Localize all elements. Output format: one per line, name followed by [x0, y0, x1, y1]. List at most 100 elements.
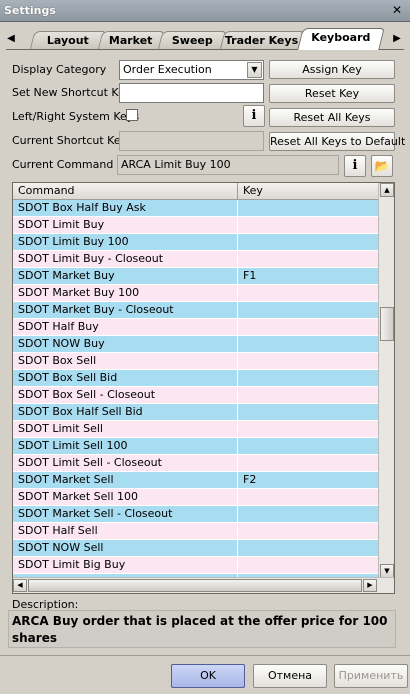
key-cell — [238, 438, 379, 454]
reset-all-keys-button[interactable]: Reset All Keys — [269, 108, 395, 127]
ok-button[interactable]: OK — [171, 664, 245, 688]
key-cell — [238, 370, 379, 386]
key-cell — [238, 421, 379, 437]
key-cell — [238, 200, 379, 216]
table-row[interactable]: SDOT Box Sell — [13, 353, 379, 370]
display-category-value: Order Execution — [123, 63, 212, 76]
key-cell — [238, 234, 379, 250]
table-row[interactable]: SDOT Market Buy F1 — [13, 268, 379, 285]
command-cell: SDOT Market Buy - Closeout — [13, 302, 238, 318]
display-category-label: Display Category — [12, 63, 107, 76]
horizontal-scrollbar[interactable]: ◀ ▶ — [13, 577, 394, 593]
command-cell: SDOT Limit Sell - Closeout — [13, 455, 238, 471]
table-row[interactable]: SDOT NOW Sell — [13, 540, 379, 557]
scroll-right-icon[interactable]: ▶ — [363, 579, 377, 592]
new-shortcut-input[interactable] — [119, 83, 264, 103]
table-row[interactable]: SDOT Box Sell Bid — [13, 370, 379, 387]
left-right-keys-checkbox[interactable] — [126, 109, 138, 121]
command-cell: SDOT NOW Sell — [13, 540, 238, 556]
tab-sweep[interactable]: Sweep — [157, 31, 227, 50]
tab-trader-keys[interactable]: Trader Keys — [219, 31, 305, 50]
grid-header: Command Key — [13, 183, 379, 200]
command-cell: SDOT Half Sell — [13, 523, 238, 539]
table-row[interactable]: SDOT Market Sell 100 — [13, 489, 379, 506]
new-shortcut-label: Set New Shortcut Key — [12, 86, 132, 99]
description-text: ARCA Buy order that is placed at the off… — [8, 610, 396, 648]
table-row[interactable]: SDOT Box Half Buy Ask — [13, 200, 379, 217]
info-icon[interactable]: i — [344, 155, 366, 177]
folder-open-icon[interactable]: 📂 — [371, 155, 393, 177]
command-cell: SDOT Box Sell — [13, 353, 238, 369]
table-row[interactable]: SDOT Market Buy - Closeout — [13, 302, 379, 319]
command-cell: SDOT Box Sell Bid — [13, 370, 238, 386]
command-cell: SDOT Box Half Sell Bid — [13, 404, 238, 420]
left-right-keys-label: Left/Right System Keys — [12, 110, 140, 123]
command-cell: SDOT Market Sell - Closeout — [13, 506, 238, 522]
command-grid[interactable]: Command Key SDOT Box Half Buy Ask SDOT Li… — [12, 182, 395, 594]
chevron-down-icon[interactable]: ▼ — [247, 62, 262, 78]
key-cell — [238, 489, 379, 505]
command-cell: SDOT Limit Sell 100 — [13, 438, 238, 454]
table-row[interactable]: SDOT Limit Sell — [13, 421, 379, 438]
table-row[interactable]: SDOT Market Sell F2 — [13, 472, 379, 489]
info-icon[interactable]: i — [243, 105, 265, 127]
assign-key-button[interactable]: Assign Key — [269, 60, 395, 79]
current-shortcut-field — [119, 131, 264, 151]
table-row[interactable]: SDOT Half Buy — [13, 319, 379, 336]
window-title: Settings — [4, 4, 56, 17]
table-row[interactable]: SDOT Box Sell - Closeout — [13, 387, 379, 404]
table-row[interactable]: SDOT Market Sell - Closeout — [13, 506, 379, 523]
tab-market[interactable]: Market — [97, 31, 165, 50]
table-row[interactable]: SDOT Box Half Sell Bid — [13, 404, 379, 421]
table-row[interactable]: SDOT Limit Sell 100 — [13, 438, 379, 455]
key-cell — [238, 285, 379, 301]
key-cell — [238, 251, 379, 267]
key-cell — [238, 302, 379, 318]
command-cell: SDOT NOW Buy — [13, 336, 238, 352]
table-row[interactable]: SDOT Half Sell — [13, 523, 379, 540]
key-cell — [238, 319, 379, 335]
key-cell: F1 — [243, 269, 257, 282]
key-cell — [238, 404, 379, 420]
vertical-scrollbar[interactable]: ▲ ▼ — [378, 183, 394, 578]
command-cell: SDOT Limit Buy — [13, 217, 238, 233]
column-header-command[interactable]: Command — [13, 183, 238, 199]
column-header-key[interactable]: Key — [238, 183, 379, 199]
scroll-down-icon[interactable]: ▼ — [380, 564, 394, 578]
key-cell — [238, 336, 379, 352]
current-shortcut-label: Current Shortcut Key — [12, 134, 128, 147]
key-cell: F2 — [243, 473, 257, 486]
reset-key-button[interactable]: Reset Key — [269, 84, 395, 103]
command-cell: SDOT Limit Big Buy — [13, 557, 238, 573]
command-cell: SDOT Limit Sell — [13, 421, 238, 437]
key-cell — [238, 353, 379, 369]
display-category-select[interactable]: Order Execution ▼ — [119, 60, 264, 80]
hscroll-thumb[interactable] — [28, 579, 362, 592]
scroll-thumb[interactable] — [380, 307, 394, 341]
key-cell — [238, 217, 379, 233]
command-cell: SDOT Market Sell 100 — [13, 489, 238, 505]
table-row[interactable]: SDOT Limit Buy - Closeout — [13, 251, 379, 268]
table-row[interactable]: SDOT Limit Buy 100 — [13, 234, 379, 251]
tab-keyboard[interactable]: Keyboard — [297, 28, 385, 50]
tab-scroll-left-icon[interactable]: ◀ — [4, 31, 18, 47]
command-cell: SDOT Limit Buy - Closeout — [13, 251, 238, 267]
tab-layout[interactable]: Layout — [29, 31, 107, 50]
reset-all-default-button[interactable]: Reset All Keys to Default — [269, 132, 405, 151]
key-cell — [238, 540, 379, 556]
close-icon[interactable]: ✕ — [390, 3, 404, 17]
table-row[interactable]: SDOT NOW Buy — [13, 336, 379, 353]
key-cell — [238, 557, 379, 573]
table-row[interactable]: SDOT Market Buy 100 — [13, 285, 379, 302]
current-command-label: Current Command — [12, 158, 114, 171]
key-cell — [238, 387, 379, 403]
scroll-left-icon[interactable]: ◀ — [13, 579, 27, 592]
cancel-button[interactable]: Отмена — [253, 664, 327, 688]
table-row[interactable]: SDOT Limit Buy — [13, 217, 379, 234]
apply-button[interactable]: Применить — [334, 664, 408, 688]
current-command-field: ARCA Limit Buy 100 — [117, 155, 339, 175]
tab-scroll-right-icon[interactable]: ▶ — [390, 31, 404, 47]
scroll-up-icon[interactable]: ▲ — [380, 183, 394, 197]
table-row[interactable]: SDOT Limit Sell - Closeout — [13, 455, 379, 472]
table-row[interactable]: SDOT Limit Big Buy — [13, 557, 379, 574]
